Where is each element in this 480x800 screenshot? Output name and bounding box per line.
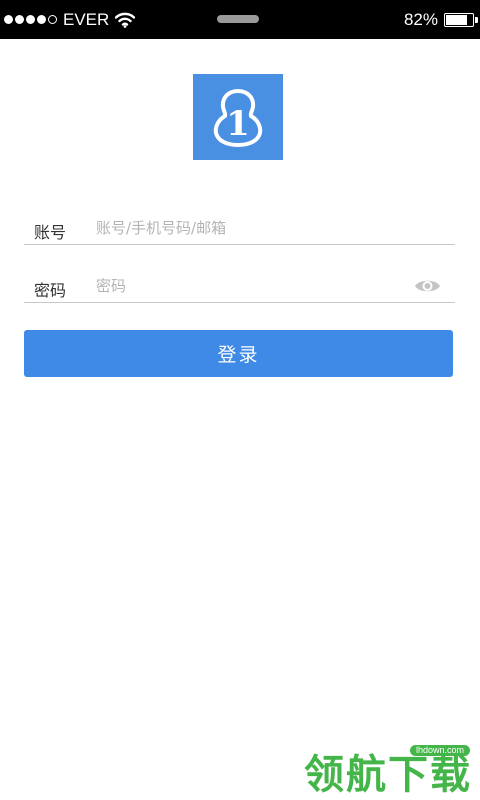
signal-dot <box>37 15 46 24</box>
password-input[interactable] <box>96 273 406 299</box>
signal-dot <box>26 15 35 24</box>
password-label: 密码 <box>34 281 67 300</box>
wifi-icon <box>115 12 136 28</box>
notch-pill <box>217 15 259 23</box>
watermark-url: lhdown.com <box>409 745 470 756</box>
watermark: 领航下载 lhdown.com <box>292 742 472 800</box>
signal-dot-empty <box>48 15 57 24</box>
account-label: 账号 <box>34 223 67 242</box>
carrier-name: EVER <box>63 9 110 29</box>
account-input[interactable] <box>96 215 406 241</box>
app-logo: 1 <box>193 74 283 160</box>
logo-glyph: 1 <box>226 104 250 144</box>
signal-dot <box>4 15 13 24</box>
status-bar: EVER 82% <box>0 0 480 39</box>
battery-group: 82% <box>403 0 478 39</box>
carrier-group: EVER <box>4 0 136 39</box>
watermark-text: 领航下载 <box>304 752 472 798</box>
login-button[interactable]: 登录 <box>24 330 453 377</box>
battery-icon <box>444 12 478 27</box>
eye-icon[interactable] <box>414 277 441 295</box>
signal-strength-icon <box>4 15 57 24</box>
battery-percentage: 82% <box>403 9 438 29</box>
signal-dot <box>15 15 24 24</box>
battery-cap <box>475 16 478 23</box>
password-row: 密码 <box>24 263 455 303</box>
account-row: 账号 <box>24 205 455 245</box>
gourd-logo-icon: 1 <box>213 88 263 148</box>
battery-fill <box>446 14 467 25</box>
